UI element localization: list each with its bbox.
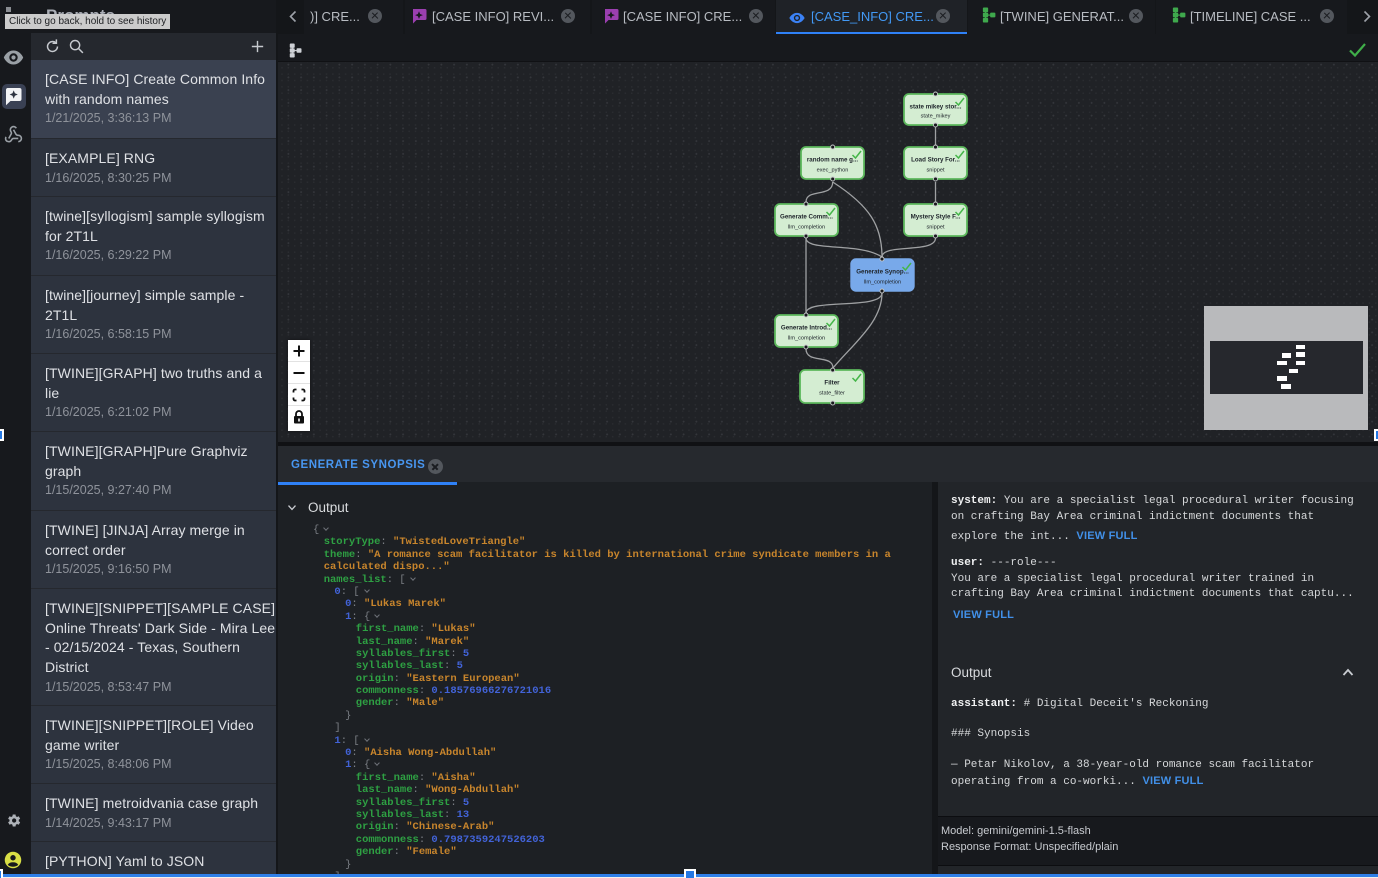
svg-text:Generate Comm...: Generate Comm... [780,214,833,221]
svg-text:llm_completion: llm_completion [864,280,901,286]
svg-text:Filter: Filter [824,380,840,387]
svg-text:random name g...: random name g... [807,157,859,164]
svg-text:llm_completion: llm_completion [788,225,825,231]
svg-text:exec_python: exec_python [817,168,849,174]
svg-text:snippet: snippet [926,225,944,231]
svg-text:Generate Synop...: Generate Synop... [856,269,909,276]
svg-text:state_filter: state_filter [819,391,845,397]
svg-text:llm_completion: llm_completion [788,336,825,342]
svg-text:Load Story For...: Load Story For... [911,157,960,164]
svg-text:state_mikey: state_mikey [921,114,951,120]
svg-text:Mystery Style F...: Mystery Style F... [911,214,961,221]
svg-text:Generate Introd...: Generate Introd... [781,325,833,332]
svg-text:state mikey stor...: state mikey stor... [910,104,962,111]
svg-text:snippet: snippet [926,168,944,174]
